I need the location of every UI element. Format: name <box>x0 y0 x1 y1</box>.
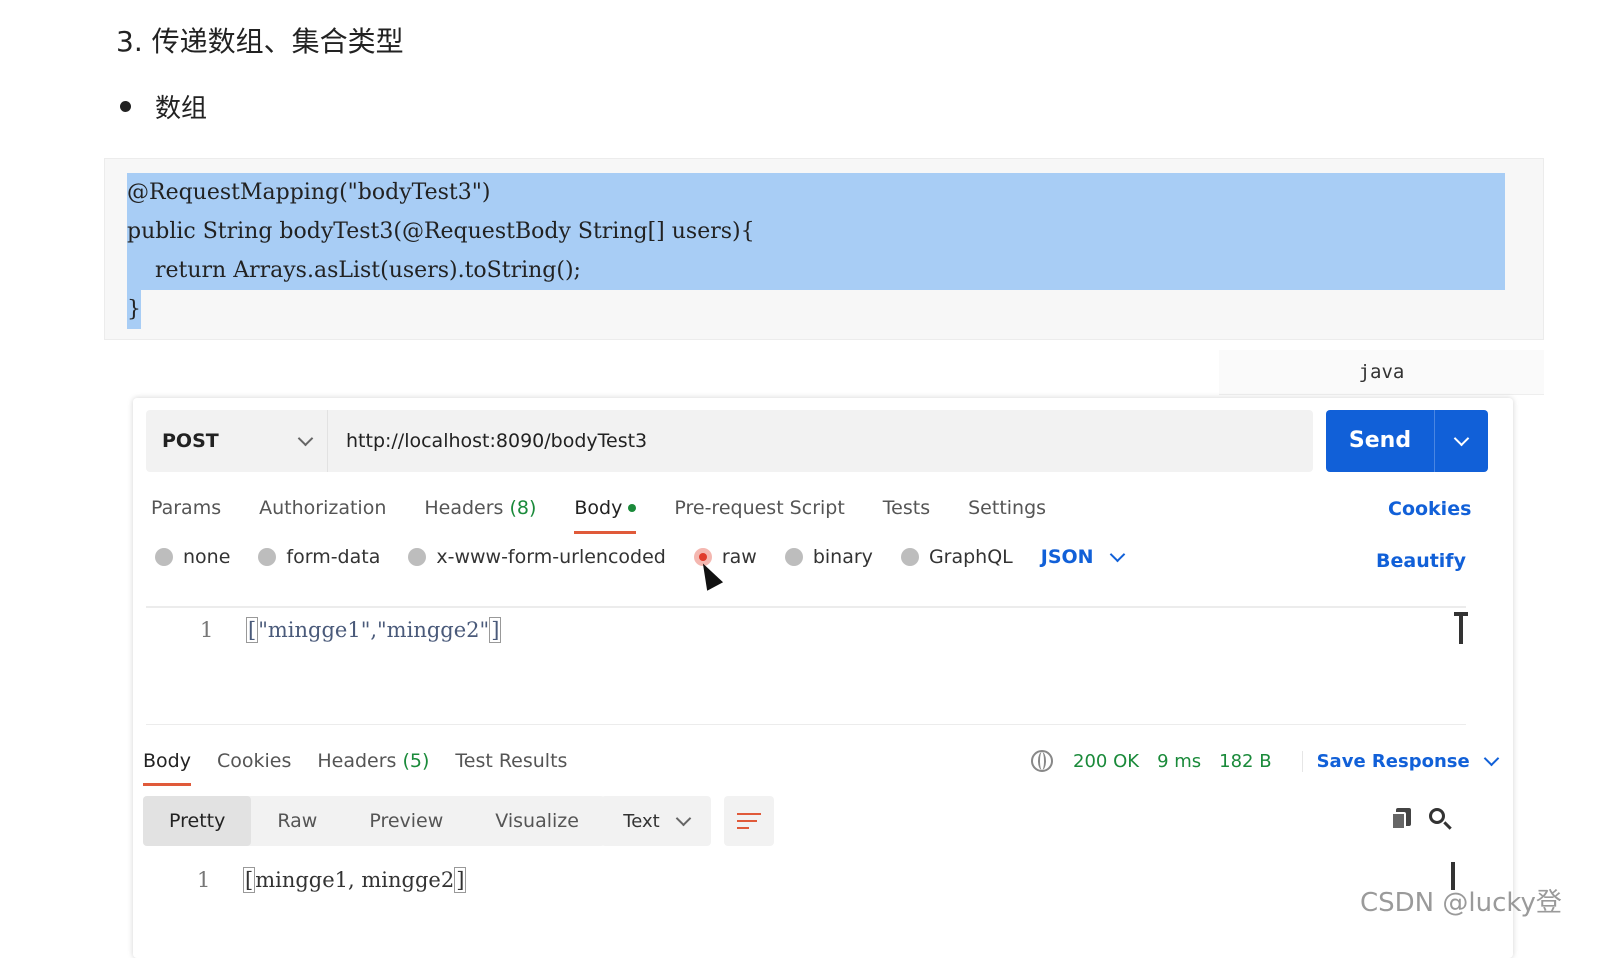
response-tab-headers[interactable]: Headers (5) <box>317 744 429 778</box>
save-response-label: Save Response <box>1316 750 1470 772</box>
wrap-lines-button[interactable] <box>724 796 774 846</box>
request-tabs: Params Authorization Headers (8) Body Pr… <box>151 488 1084 534</box>
code-language-tag: java <box>1219 350 1544 395</box>
bracket-highlight: ] <box>454 867 467 893</box>
response-tab-body[interactable]: Body <box>143 744 191 786</box>
cookies-link[interactable]: Cookies <box>1388 498 1471 520</box>
beautify-button[interactable]: Beautify <box>1376 550 1466 572</box>
response-format-select[interactable]: Text <box>601 796 711 846</box>
tab-pre-request-script[interactable]: Pre-request Script <box>674 488 844 528</box>
bullet-dot-icon <box>120 101 131 112</box>
tab-tests[interactable]: Tests <box>883 488 930 528</box>
view-pretty[interactable]: Pretty <box>143 796 252 846</box>
send-label: Send <box>1326 410 1435 472</box>
chevron-down-icon <box>1109 546 1125 562</box>
chevron-down-icon <box>1483 750 1499 766</box>
code-line: } <box>127 290 141 329</box>
response-tabs: Body Cookies Headers (5) Test Results <box>143 744 593 786</box>
body-type-label: none <box>183 546 231 568</box>
code-lines: @RequestMapping("bodyTest3") public Stri… <box>127 173 1505 329</box>
tab-body[interactable]: Body <box>574 488 637 534</box>
body-type-options: none form-data x-www-form-urlencoded raw… <box>155 546 1125 568</box>
tab-authorization[interactable]: Authorization <box>259 488 386 528</box>
response-headers-count: (5) <box>402 750 430 772</box>
body-type-label: form-data <box>286 546 381 568</box>
body-type-label: raw <box>721 546 757 568</box>
radio-icon <box>408 548 427 566</box>
body-type-urlencoded[interactable]: x-www-form-urlencoded <box>408 546 666 568</box>
tab-settings[interactable]: Settings <box>968 488 1046 528</box>
request-body-editor[interactable]: 1 ["mingge1","mingge2"] <box>146 606 1468 725</box>
response-content: [mingge1, mingge2] <box>243 867 467 893</box>
response-status-bar: 200 OK 9 ms 182 B Save Response <box>1031 744 1499 778</box>
postman-panel: POST http://localhost:8090/bodyTest3 Sen… <box>133 398 1513 958</box>
send-options-button[interactable] <box>1435 430 1488 446</box>
view-preview[interactable]: Preview <box>343 796 469 846</box>
globe-icon[interactable] <box>1031 750 1053 772</box>
editor-text: "mingge1","mingge2" <box>258 618 490 642</box>
tab-body-label: Body <box>574 497 623 519</box>
line-number: 1 <box>197 868 211 892</box>
bullet-text: 数组 <box>155 94 208 124</box>
body-type-form-data[interactable]: form-data <box>258 546 380 568</box>
code-line: public String bodyTest3(@RequestBody Str… <box>127 212 1505 251</box>
copy-icon[interactable] <box>1391 808 1411 830</box>
tab-headers[interactable]: Headers (8) <box>424 488 536 528</box>
chevron-down-icon <box>297 430 314 446</box>
radio-icon <box>258 548 277 566</box>
response-tab-test-results[interactable]: Test Results <box>455 744 567 778</box>
bracket-highlight: [ <box>246 617 259 643</box>
send-button[interactable]: Send <box>1326 410 1488 472</box>
headers-count: (8) <box>509 497 537 519</box>
bullet-item: 数组 <box>120 88 207 125</box>
code-line: @RequestMapping("bodyTest3") <box>127 173 1505 212</box>
tab-params[interactable]: Params <box>151 488 221 528</box>
response-format-label: Text <box>623 810 660 832</box>
view-visualize[interactable]: Visualize <box>469 796 605 846</box>
radio-icon <box>900 548 919 566</box>
method-select[interactable]: POST <box>146 410 328 472</box>
save-response-button[interactable]: Save Response <box>1301 750 1499 772</box>
radio-icon <box>784 548 803 566</box>
view-raw[interactable]: Raw <box>251 796 343 846</box>
text-cursor-icon <box>1454 612 1468 644</box>
tab-headers-label: Headers <box>424 497 504 519</box>
bracket-highlight: ] <box>489 617 502 643</box>
response-text: mingge1, mingge2 <box>255 868 455 892</box>
radio-icon <box>155 548 173 566</box>
modified-dot-icon <box>628 504 637 512</box>
wrap-lines-icon <box>737 812 761 830</box>
editor-content: ["mingge1","mingge2"] <box>246 617 502 643</box>
body-type-label: GraphQL <box>928 546 1013 568</box>
line-number: 1 <box>200 618 214 642</box>
response-headers-label: Headers <box>317 750 397 772</box>
response-view-switch: Pretty Raw Preview Visualize <box>143 796 605 846</box>
code-line: return Arrays.asList(users).toString(); <box>127 251 1505 290</box>
body-type-label: binary <box>812 546 873 568</box>
watermark: CSDN @lucky登 <box>1360 888 1562 918</box>
code-block: @RequestMapping("bodyTest3") public Stri… <box>104 158 1544 340</box>
url-input[interactable]: http://localhost:8090/bodyTest3 <box>328 410 1313 472</box>
chevron-down-icon <box>1453 430 1470 446</box>
body-type-graphql[interactable]: GraphQL <box>900 546 1013 568</box>
raw-format-label: JSON <box>1040 546 1094 568</box>
section-heading: 3. 传递数组、集合类型 <box>116 25 404 58</box>
response-tab-cookies[interactable]: Cookies <box>217 744 291 778</box>
request-bar: POST http://localhost:8090/bodyTest3 Sen… <box>146 410 1488 472</box>
search-icon[interactable] <box>1429 808 1453 832</box>
chevron-down-icon <box>675 810 691 826</box>
status-code: 200 OK <box>1073 750 1140 772</box>
body-type-binary[interactable]: binary <box>784 546 873 568</box>
body-type-label: x-www-form-urlencoded <box>436 546 666 568</box>
bracket-highlight: [ <box>243 867 256 893</box>
body-type-none[interactable]: none <box>155 546 230 568</box>
method-label: POST <box>162 430 219 452</box>
response-time: 9 ms <box>1157 750 1202 772</box>
raw-format-select[interactable]: JSON <box>1040 546 1125 568</box>
response-size: 182 B <box>1219 750 1272 772</box>
